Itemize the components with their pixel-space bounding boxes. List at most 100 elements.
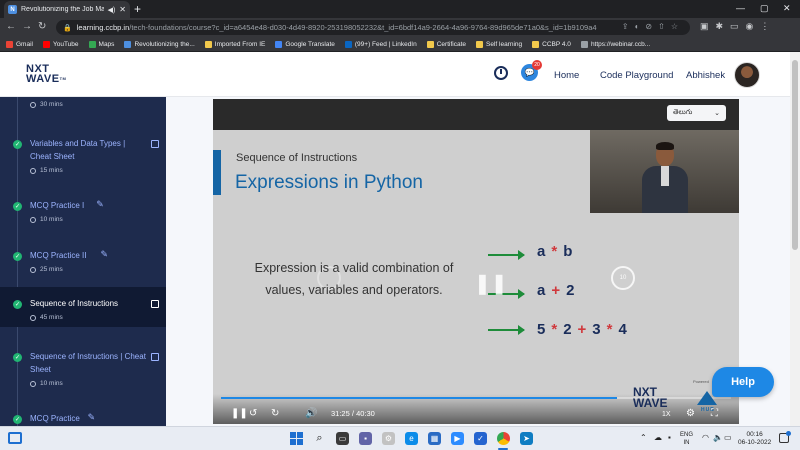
sidebar-item-title: Sequence of Instructions — [30, 299, 119, 308]
bookmark-item[interactable]: Imported From IE — [204, 40, 265, 48]
system-clock[interactable]: 00:16 06-10-2022 — [738, 431, 771, 447]
bookmark-item[interactable]: (99+) Feed | LinkedIn — [344, 40, 417, 48]
bookmark-icon — [476, 40, 483, 48]
forward-icon[interactable]: ↻ — [271, 408, 279, 420]
rewind-icon[interactable]: ↺ — [249, 408, 257, 420]
bookmark-item[interactable]: Revolutionizing the... — [124, 40, 195, 48]
back-icon[interactable]: ← — [6, 21, 16, 33]
lock-icon[interactable]: 🔒 — [63, 24, 72, 32]
bookmark-label: Gmail — [16, 40, 33, 48]
sidebar-item-title: Variables and Data Types | Cheat Sheet — [30, 139, 126, 161]
bookmark-icon — [580, 40, 588, 48]
sidebar-item[interactable]: 30 mins — [0, 97, 166, 131]
browser-toolbar: ← → ↻ 🔒 learning.ccbp.in/tech-foundation… — [0, 18, 800, 37]
sidebar-item[interactable]: ✓ MCQ Practice I ✎ 10 mins — [0, 189, 166, 229]
pause-overlay-icon[interactable]: ❚❚ — [474, 271, 508, 296]
duration-text: 30 mins — [40, 101, 63, 108]
bookmark-icon — [426, 40, 434, 48]
windows-start-icon[interactable] — [290, 432, 303, 445]
playback-speed[interactable]: 1X — [662, 411, 671, 418]
extension-icons[interactable]: ▣✱▭◉⋮ — [700, 21, 776, 32]
notification-icon[interactable] — [779, 431, 791, 443]
bookmark-item[interactable]: Certificate — [426, 40, 466, 48]
search-icon[interactable]: ⌕ — [313, 432, 326, 445]
bookmark-item[interactable]: YouTube — [42, 40, 79, 48]
bookmark-label: Certificate — [436, 40, 466, 48]
pause-icon[interactable]: ❚❚ — [231, 408, 248, 420]
video-player[interactable]: తెలుగు ⌄ Sequence of Instructions Expres… — [213, 99, 739, 424]
address-bar[interactable]: 🔒 learning.ccbp.in/tech-foundations/cour… — [56, 20, 690, 35]
chrome-icon[interactable] — [497, 432, 510, 445]
arrow-icon — [488, 325, 525, 335]
sidebar-item[interactable]: ✓ Sequence of Instructions 45 mins — [0, 287, 166, 327]
sidebar-item[interactable]: ✓ Sequence of Instructions | Cheat Sheet 1… — [0, 340, 166, 392]
bookmark-item[interactable]: https://webinar.ccb... — [580, 40, 650, 48]
maximize-icon[interactable]: ▢ — [760, 2, 769, 14]
cloud-icon[interactable]: ☁ — [654, 433, 662, 442]
nav-home[interactable]: Home — [554, 70, 579, 81]
sidebar-item[interactable]: ✓ MCQ Practice ✎ — [0, 402, 166, 426]
zoom-icon[interactable]: ▶ — [451, 432, 464, 445]
duration-text: 45 mins — [40, 314, 63, 321]
nxtwave-logo[interactable]: NXT WAVETM — [26, 64, 66, 85]
fullscreen-icon[interactable]: ⛶ — [711, 408, 718, 420]
bookmark-label: Revolutionizing the... — [134, 40, 195, 48]
site-header: NXT WAVETM 💬 20 Home Code Playground Abh… — [0, 52, 790, 97]
todo-icon[interactable]: ✓ — [474, 432, 487, 445]
sidebar-item-duration: 30 mins — [30, 101, 63, 108]
slide-title: Expressions in Python — [235, 172, 423, 193]
language-select[interactable]: తెలుగు ⌄ — [667, 105, 726, 121]
wifi-icon[interactable]: ◠ — [702, 433, 709, 442]
address-bar-actions[interactable]: ⇪◐⊘⇧☆ — [622, 22, 684, 31]
expression-3: 5 * 2 +3 * 4 — [537, 321, 627, 338]
volume-icon[interactable]: 🔊 — [305, 408, 317, 420]
settings-app-icon[interactable]: ⚙ — [382, 432, 395, 445]
bookmark-item[interactable]: Google Translate — [275, 40, 335, 48]
store-icon[interactable]: ▦ — [428, 432, 441, 445]
nav-code-playground[interactable]: Code Playground — [600, 70, 673, 81]
help-button[interactable]: Help — [712, 367, 774, 397]
sidebar-item[interactable]: ✓ Variables and Data Types | Cheat Sheet 1… — [0, 127, 166, 179]
page-scrollbar-thumb[interactable] — [792, 60, 798, 250]
minimize-icon[interactable]: — — [736, 2, 745, 14]
bookmark-label: Maps — [98, 40, 115, 48]
bookmark-item[interactable]: Gmail — [6, 40, 33, 48]
bookmark-item[interactable]: Maps — [88, 40, 115, 48]
settings-gear-icon[interactable]: ⚙ — [686, 408, 695, 420]
chevron-up-icon[interactable]: ⌃ — [640, 433, 647, 442]
browser-tab[interactable]: N Revolutionizing the Job Mark ◀) ✕ — [4, 1, 130, 18]
check-icon: ✓ — [13, 252, 22, 261]
close-window-icon[interactable]: ✕ — [783, 2, 791, 14]
bookmark-icon — [42, 40, 50, 48]
bookmark-item[interactable]: CCBP 4.0 — [532, 40, 571, 48]
clock-icon — [30, 216, 36, 223]
bookmark-icon — [88, 40, 96, 48]
user-name[interactable]: Abhishek — [686, 70, 725, 81]
avatar[interactable] — [734, 62, 760, 88]
widgets-icon[interactable] — [8, 432, 22, 444]
check-icon: ✓ — [13, 140, 22, 149]
clock-icon — [30, 314, 36, 321]
close-tab-icon[interactable]: ✕ — [119, 5, 126, 14]
battery-icon[interactable]: ▭ — [724, 433, 732, 442]
tray-app-icon[interactable]: ▪ — [668, 433, 671, 442]
timer-icon[interactable] — [494, 66, 508, 80]
input-language[interactable]: ENG IN — [680, 431, 693, 447]
bookmark-item[interactable]: Self learning — [476, 40, 522, 48]
edge-icon[interactable]: e — [405, 432, 418, 445]
practice-pencil-icon: ✎ — [100, 249, 109, 259]
teams-chat-icon[interactable]: ▪ — [359, 432, 372, 445]
forward-overlay-icon[interactable]: 10 — [611, 266, 635, 290]
new-tab-icon[interactable]: + — [134, 2, 141, 16]
sidebar-item-duration: 15 mins — [30, 167, 63, 174]
sidebar-item-title: Sequence of Instructions | Cheat Sheet — [30, 352, 146, 374]
task-view-icon[interactable]: ▭ — [336, 432, 349, 445]
sidebar-item[interactable]: ✓ MCQ Practice II ✎ 25 mins — [0, 239, 166, 279]
volume-tray-icon[interactable]: 🔈 — [713, 433, 723, 442]
reload-icon[interactable]: ↻ — [38, 21, 46, 33]
telegram-icon[interactable]: ➤ — [520, 432, 533, 445]
forward-icon[interactable]: → — [22, 21, 32, 33]
reading-icon — [151, 300, 159, 308]
speaker-icon[interactable]: ◀) — [108, 6, 116, 14]
sidebar-item-duration: 45 mins — [30, 314, 63, 321]
